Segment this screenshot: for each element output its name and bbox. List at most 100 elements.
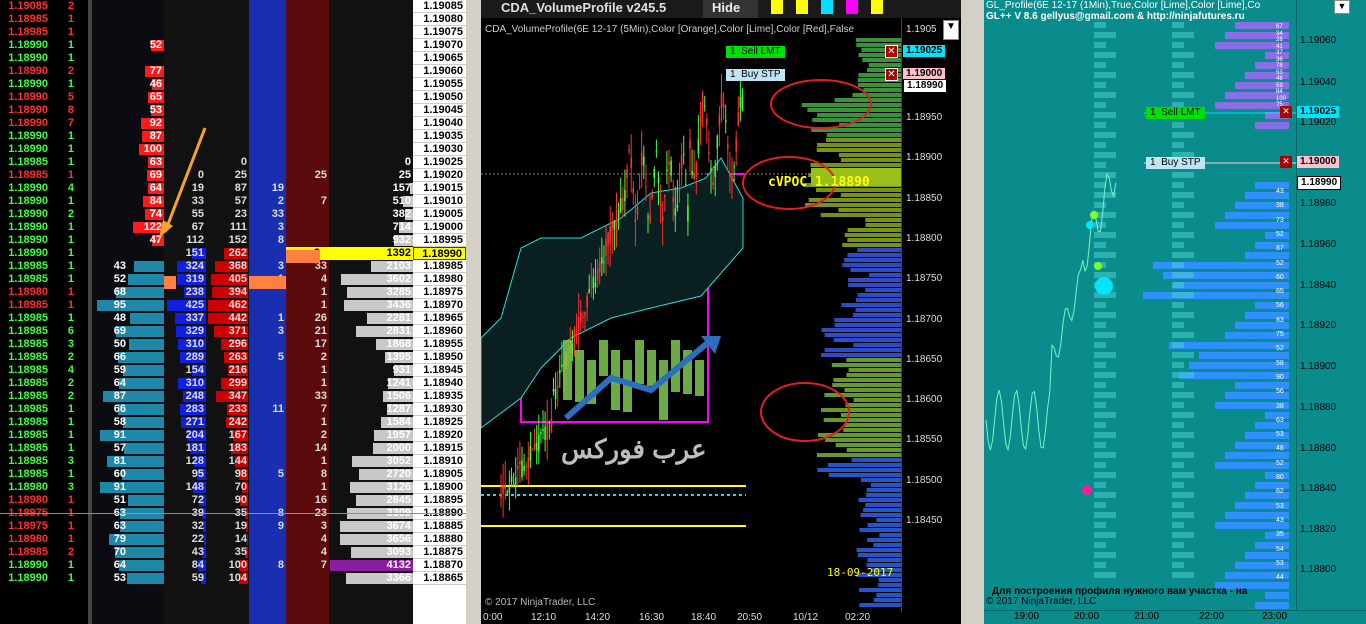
price-level[interactable]: 1.18875 — [413, 546, 466, 559]
price-level[interactable]: 1.18915 — [413, 442, 466, 455]
bid-size[interactable]: 50 — [92, 338, 128, 351]
sell-delta — [286, 208, 329, 221]
bid-size[interactable]: 52 — [92, 273, 128, 286]
bid-size[interactable]: 66 — [92, 403, 128, 416]
bid-size[interactable]: 43 — [92, 260, 128, 273]
gl-volume-bar — [1172, 412, 1194, 418]
ask-size[interactable]: 65 — [128, 91, 164, 104]
price-level[interactable]: 1.19075 — [413, 26, 466, 39]
chevron-down-icon[interactable]: ▼ — [943, 20, 959, 40]
price-level[interactable]: 1.18950 — [413, 351, 466, 364]
bid-size[interactable]: 63 — [92, 520, 128, 533]
price-level[interactable]: 1.19045 — [413, 104, 466, 117]
bid-size[interactable]: 59 — [92, 364, 128, 377]
ask-volume-bar — [164, 276, 176, 289]
price-level[interactable]: 1.19080 — [413, 13, 466, 26]
bid-size[interactable]: 91 — [92, 429, 128, 442]
price-level[interactable]: 1.18940 — [413, 377, 466, 390]
bid-size[interactable]: 51 — [92, 494, 128, 507]
price-level[interactable]: 1.19015 — [413, 182, 466, 195]
price-level[interactable]: 1.19000 — [413, 221, 466, 234]
price-level[interactable]: 1.19050 — [413, 91, 466, 104]
color-swatch-cyan[interactable] — [821, 0, 833, 14]
panel-splitter[interactable] — [961, 0, 984, 624]
bid-size[interactable]: 53 — [92, 572, 128, 585]
ask-size[interactable]: 52 — [128, 39, 164, 52]
price-level[interactable]: 1.18975 — [413, 286, 466, 299]
price-level[interactable]: 1.19040 — [413, 117, 466, 130]
price-level[interactable]: 1.18885 — [413, 520, 466, 533]
ask-size[interactable]: 53 — [128, 104, 164, 117]
price-level[interactable]: 1.18925 — [413, 416, 466, 429]
bid-size[interactable]: 60 — [92, 468, 128, 481]
price-level[interactable]: 1.18870 — [413, 559, 466, 572]
price-level[interactable]: 1.18960 — [413, 325, 466, 338]
gl-cancel-buy-icon[interactable]: ✕ — [1280, 156, 1292, 168]
bid-size[interactable]: 48 — [92, 312, 128, 325]
price-level[interactable]: 1.19055 — [413, 78, 466, 91]
price-level[interactable]: 1.18995 — [413, 234, 466, 247]
current-price[interactable]: 1.18990 — [413, 247, 466, 260]
color-swatch-yellow[interactable] — [871, 0, 883, 14]
ladder-scrollbar[interactable] — [466, 0, 481, 624]
cancel-sell-order-icon[interactable]: ✕ — [885, 45, 898, 58]
price-level[interactable]: 1.18920 — [413, 429, 466, 442]
price-level[interactable]: 1.19035 — [413, 130, 466, 143]
price-level[interactable]: 1.18930 — [413, 403, 466, 416]
gl-plot[interactable] — [984, 0, 1296, 610]
bid-size[interactable]: 91 — [92, 481, 128, 494]
bid-size[interactable]: 81 — [92, 455, 128, 468]
price-level[interactable]: 1.18970 — [413, 299, 466, 312]
price-level[interactable]: 1.19060 — [413, 65, 466, 78]
candle-body — [542, 429, 544, 431]
ask-size[interactable]: 46 — [128, 78, 164, 91]
bid-size[interactable]: 87 — [92, 390, 128, 403]
price-level[interactable]: 1.19085 — [413, 0, 466, 13]
bid-size[interactable]: 95 — [92, 299, 128, 312]
price-level[interactable]: 1.19065 — [413, 52, 466, 65]
price-level[interactable]: 1.18880 — [413, 533, 466, 546]
price-chart-plot[interactable] — [481, 18, 901, 614]
price-level[interactable]: 1.18900 — [413, 481, 466, 494]
gl-buy-stp-order[interactable]: 1 Buy STP — [1146, 157, 1205, 169]
price-level[interactable]: 1.18865 — [413, 572, 466, 585]
gl-sell-lmt-order[interactable]: 1 Sell LMT — [1146, 107, 1205, 119]
hide-button[interactable]: Hide — [703, 0, 758, 18]
bid-size[interactable]: 57 — [92, 442, 128, 455]
bid-size[interactable]: 64 — [92, 559, 128, 572]
bid-size[interactable]: 58 — [92, 416, 128, 429]
bid-size[interactable]: 79 — [92, 533, 128, 546]
price-level[interactable]: 1.19010 — [413, 195, 466, 208]
sell-lmt-order[interactable]: 1 Sell LMT — [726, 46, 785, 58]
price-level[interactable]: 1.18905 — [413, 468, 466, 481]
bid-size[interactable]: 70 — [92, 546, 128, 559]
color-swatch-magenta[interactable] — [846, 0, 858, 14]
price-level[interactable]: 1.18935 — [413, 390, 466, 403]
bid-size[interactable]: 69 — [92, 325, 128, 338]
ask-size[interactable]: 77 — [128, 65, 164, 78]
bid-size[interactable]: 68 — [92, 286, 128, 299]
price-level[interactable]: 1.18945 — [413, 364, 466, 377]
price-level[interactable]: 1.18955 — [413, 338, 466, 351]
price-level[interactable]: 1.19020 — [413, 169, 466, 182]
gl-time-axis[interactable] — [984, 610, 1366, 624]
price-level[interactable]: 1.19005 — [413, 208, 466, 221]
price-level[interactable]: 1.18965 — [413, 312, 466, 325]
price-level[interactable]: 1.19030 — [413, 143, 466, 156]
bid-size[interactable]: 66 — [92, 351, 128, 364]
price-level[interactable]: 1.18980 — [413, 273, 466, 286]
price-level[interactable]: 1.19070 — [413, 39, 466, 52]
cancel-buy-order-icon[interactable]: ✕ — [885, 68, 898, 81]
price-level[interactable]: 1.18985 — [413, 260, 466, 273]
price-level[interactable]: 1.18910 — [413, 455, 466, 468]
color-swatch-yellow[interactable] — [771, 0, 783, 14]
color-swatch-yellow[interactable] — [796, 0, 808, 14]
gl-price-axis[interactable] — [1296, 0, 1366, 610]
price-level[interactable]: 1.19025 — [413, 156, 466, 169]
buy-stp-order[interactable]: 1 Buy STP — [726, 69, 785, 81]
price-level[interactable]: 1.18895 — [413, 494, 466, 507]
chevron-down-icon[interactable]: ▼ — [1334, 0, 1350, 14]
bid-size[interactable]: 64 — [92, 377, 128, 390]
chart-tab-title[interactable]: CDA_VolumeProfile v245.5 — [501, 0, 666, 15]
chart-y-tick: 1.18600 — [906, 394, 942, 406]
